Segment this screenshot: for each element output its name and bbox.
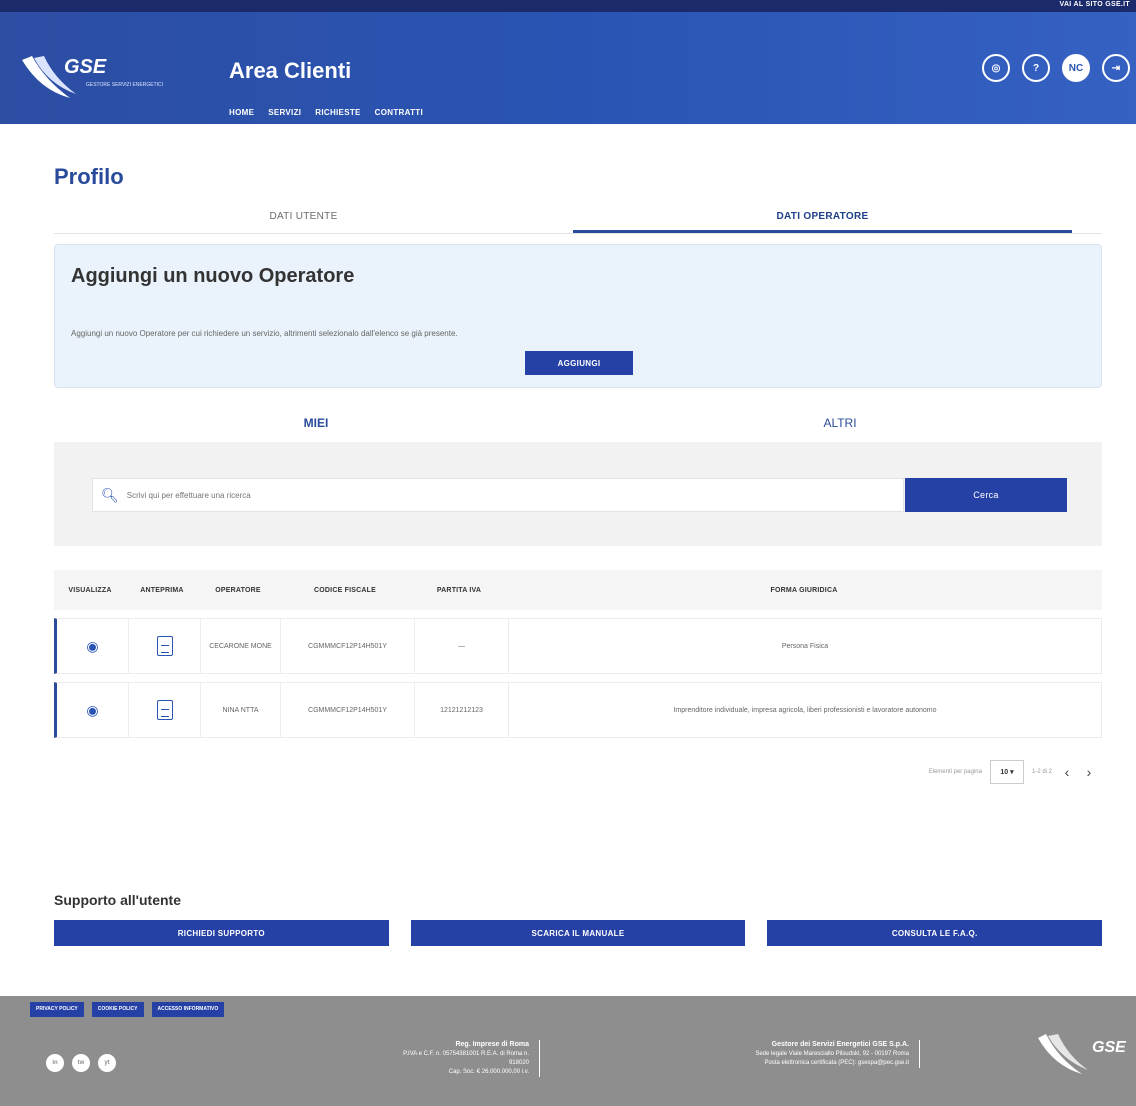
logo-subtitle: GESTORE SERVIZI ENERGETICI: [86, 82, 164, 88]
prev-page-icon[interactable]: ‹: [1060, 764, 1074, 780]
subtab-altri[interactable]: ALTRI: [578, 416, 1102, 442]
registry-title: Reg. Imprese di Roma: [455, 1041, 529, 1048]
footer-logo-text: GSE: [1092, 1039, 1126, 1056]
search-icon: 🔍︎: [101, 486, 119, 503]
support-title: Supporto all'utente: [54, 892, 181, 908]
quick-link[interactable]: VAI AL SITO GSE.IT: [1060, 1, 1131, 8]
youtube-icon[interactable]: yt: [98, 1054, 116, 1072]
nav-richieste[interactable]: RICHIESTE: [315, 108, 360, 117]
header: GSE GESTORE SERVIZI ENERGETICI Area Clie…: [0, 12, 1136, 124]
add-operator-title: Aggiungi un nuovo Operatore: [71, 265, 355, 287]
registry-line: 918020: [508, 1060, 529, 1066]
footer-links: PRIVACY POLICY COOKIE POLICY ACCESSO INF…: [30, 1002, 225, 1017]
subtab-miei[interactable]: MIEI: [54, 416, 578, 442]
search-area: 🔍︎ Cerca: [54, 442, 1102, 546]
nav-contratti[interactable]: CONTRATTI: [375, 108, 423, 117]
search-button[interactable]: Cerca: [905, 478, 1067, 512]
main-nav: HOME SERVIZI RICHIESTE CONTRATTI: [229, 108, 423, 117]
per-page-select[interactable]: 10 ▾: [989, 760, 1024, 784]
col-forma-giuridica: FORMA GIURIDICA: [770, 586, 838, 594]
pagination: Elementi per pagina 10 ▾ 1-2 di 2 ‹ ›: [54, 760, 1102, 784]
col-anteprima: ANTEPRIMA: [140, 586, 184, 594]
next-page-icon[interactable]: ›: [1082, 764, 1096, 780]
linkedin-icon[interactable]: in: [46, 1054, 64, 1072]
twitter-icon[interactable]: tw: [72, 1054, 90, 1072]
codice-fiscale-cell: CGMMMCF12P14H501Y: [281, 619, 415, 673]
app-title: Area Clienti: [229, 58, 352, 83]
table-row: ◉ CECARONE MONE CGMMMCF12P14H501Y — Pers…: [54, 618, 1102, 674]
col-partita-iva: PARTITA IVA: [436, 586, 482, 594]
nav-home[interactable]: HOME: [229, 108, 254, 117]
view-cell: ◉: [57, 683, 129, 737]
company-legal-info: Gestore dei Servizi Energetici GSE S.p.A…: [620, 1040, 920, 1068]
preview-cell: [129, 619, 201, 673]
download-manual-button[interactable]: SCARICA IL MANUALE: [410, 920, 746, 946]
document-icon[interactable]: [156, 700, 173, 720]
partita-iva-cell: —: [415, 619, 509, 673]
user-icon[interactable]: ◎: [982, 54, 1010, 82]
add-operator-button[interactable]: AGGIUNGI: [525, 351, 633, 375]
footer: PRIVACY POLICY COOKIE POLICY ACCESSO INF…: [0, 996, 1136, 1106]
add-operator-panel: Aggiungi un nuovo Operatore Aggiungi un …: [54, 244, 1102, 388]
accesso-informativo-link[interactable]: ACCESSO INFORMATIVO: [151, 1002, 225, 1017]
company-pec: Posta elettronica certificata (PEC): gse…: [764, 1060, 910, 1066]
gse-footer-logo-icon: GSE: [1038, 1034, 1126, 1074]
forma-giuridica-cell: Imprenditore individuale, impresa agrico…: [673, 706, 937, 714]
search-input[interactable]: [126, 490, 827, 500]
top-bar: VAI AL SITO GSE.IT: [0, 0, 1136, 12]
table-header: VISUALIZZA ANTEPRIMA OPERATORE CODICE FI…: [54, 570, 1102, 610]
search-field-wrapper: 🔍︎: [92, 478, 904, 512]
logout-icon[interactable]: ⇥: [1102, 54, 1130, 82]
page-range: 1-2 di 2: [1031, 769, 1052, 775]
main-content: Profilo DATI UTENTE DATI OPERATORE Aggiu…: [0, 164, 1136, 946]
profile-icon[interactable]: NC: [1062, 54, 1090, 82]
privacy-policy-link[interactable]: PRIVACY POLICY: [30, 1002, 84, 1017]
eye-icon[interactable]: ◉: [86, 702, 98, 719]
faq-button[interactable]: CONSULTA LE F.A.Q.: [767, 920, 1103, 946]
forma-giuridica-cell: Persona Fisica: [781, 642, 829, 650]
cookie-policy-link[interactable]: COOKIE POLICY: [91, 1002, 144, 1017]
codice-fiscale-cell: CGMMMCF12P14H501Y: [281, 683, 415, 737]
per-page-label: Elementi per pagina: [928, 769, 982, 775]
header-icons: ◎ ? NC ⇥: [982, 54, 1130, 82]
registry-line: P.IVA e C.F. n. 05754381001 R.E.A. di Ro…: [403, 1051, 529, 1057]
registry-line: Cap. Soc. € 26.000.000,00 i.v.: [448, 1069, 529, 1075]
company-address: Sede legale Viale Maresciallo Pilsudski,…: [755, 1051, 909, 1057]
page-title: Profilo: [54, 164, 124, 189]
col-visualizza: VISUALIZZA: [68, 586, 112, 594]
eye-icon[interactable]: ◉: [86, 638, 98, 655]
operator-cell: NINA NTTA: [201, 683, 281, 737]
support-buttons: RICHIEDI SUPPORTO SCARICA IL MANUALE CON…: [54, 920, 1103, 946]
logo-text: GSE: [64, 56, 107, 78]
partita-iva-cell: 12121212123: [415, 683, 509, 737]
add-operator-description: Aggiungi un nuovo Operatore per cui rich…: [71, 329, 458, 338]
col-operatore: OPERATORE: [215, 586, 261, 594]
nav-servizi[interactable]: SERVIZI: [268, 108, 301, 117]
company-name: Gestore dei Servizi Energetici GSE S.p.A…: [771, 1041, 909, 1048]
request-support-button[interactable]: RICHIEDI SUPPORTO: [54, 920, 389, 946]
profile-tabs: DATI UTENTE DATI OPERATORE: [54, 206, 1102, 234]
document-icon[interactable]: [156, 636, 173, 656]
preview-cell: [129, 683, 201, 737]
chat-icon[interactable]: ?: [1022, 54, 1050, 82]
social-links: in tw yt: [46, 1054, 116, 1072]
view-cell: ◉: [57, 619, 129, 673]
col-codice-fiscale: CODICE FISCALE: [314, 586, 376, 594]
table-row: ◉ NINA NTTA CGMMMCF12P14H501Y 1212121212…: [54, 682, 1102, 738]
operator-cell: CECARONE MONE: [201, 619, 281, 673]
tab-dati-operatore[interactable]: DATI OPERATORE: [573, 206, 1072, 233]
tab-dati-utente[interactable]: DATI UTENTE: [54, 206, 553, 233]
operator-subtabs: MIEI ALTRI: [54, 416, 1102, 442]
company-registry-info: Reg. Imprese di Roma P.IVA e C.F. n. 057…: [320, 1040, 540, 1077]
operators-table: VISUALIZZA ANTEPRIMA OPERATORE CODICE FI…: [54, 570, 1102, 738]
